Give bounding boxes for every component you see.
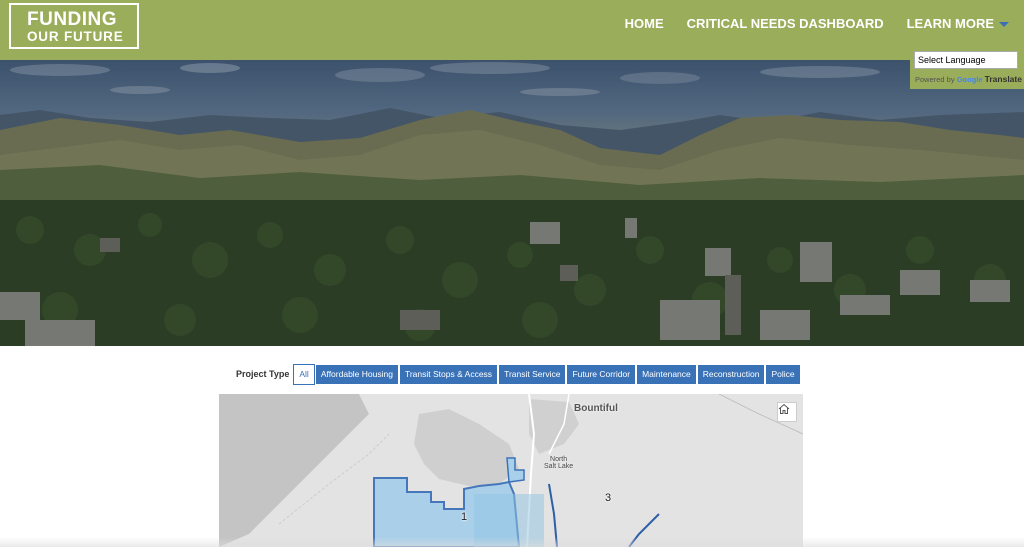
site-header: FUNDING OUR FUTURE HOME CRITICAL NEEDS D…	[0, 0, 1024, 60]
project-type-label: Project Type	[236, 369, 290, 379]
language-select[interactable]: Select Language	[914, 51, 1018, 69]
project-map[interactable]: Bountiful North Salt Lake 1 3	[219, 394, 803, 547]
nav-critical-needs-dashboard[interactable]: CRITICAL NEEDS DASHBOARD	[687, 16, 884, 31]
map-label-salt-lake: Salt Lake	[544, 463, 574, 470]
map-label-bountiful: Bountiful	[574, 403, 618, 414]
map-canvas[interactable]	[219, 394, 803, 547]
logo-line2: OUR FUTURE	[27, 29, 124, 44]
powered-by-google: Powered by Google Translate	[915, 74, 1022, 84]
filter-reconstruction-button[interactable]: Reconstruction	[696, 363, 766, 385]
filter-all-button[interactable]: All	[293, 363, 315, 385]
translate-link[interactable]: Translate	[985, 74, 1022, 84]
main-nav: HOME CRITICAL NEEDS DASHBOARD LEARN MORE	[602, 16, 1009, 31]
site-logo[interactable]: FUNDING OUR FUTURE	[9, 3, 139, 49]
caret-down-icon	[999, 22, 1009, 27]
filter-maintenance-button[interactable]: Maintenance	[636, 363, 697, 385]
filter-transit-service-button[interactable]: Transit Service	[498, 363, 567, 385]
map-home-button[interactable]	[777, 402, 797, 422]
map-label-north: North	[550, 456, 568, 463]
nav-learn-more[interactable]: LEARN MORE	[907, 16, 1009, 31]
translate-widget: Select Language Powered by Google Transl…	[910, 47, 1024, 89]
logo-line1: FUNDING	[27, 9, 118, 30]
filter-transit-stops-access-button[interactable]: Transit Stops & Access	[398, 363, 499, 385]
nav-home[interactable]: HOME	[625, 16, 664, 31]
district-label-1[interactable]: 1	[461, 511, 467, 523]
district-label-3[interactable]: 3	[605, 492, 611, 504]
home-icon	[778, 403, 790, 414]
hero-landscape	[0, 60, 1024, 346]
filter-future-corridor-button[interactable]: Future Corridor	[566, 363, 637, 385]
powered-by-text: Powered by	[915, 75, 955, 84]
map-label-north-salt-lake: North Salt Lake	[544, 456, 573, 470]
filter-police-button[interactable]: Police	[765, 363, 801, 385]
hero-image	[0, 60, 1024, 346]
nav-learn-more-label: LEARN MORE	[906, 16, 994, 31]
filter-affordable-housing-button[interactable]: Affordable Housing	[314, 363, 399, 385]
google-logo: Google	[956, 75, 983, 84]
project-type-filter: Project Type All Affordable Housing Tran…	[219, 362, 803, 386]
